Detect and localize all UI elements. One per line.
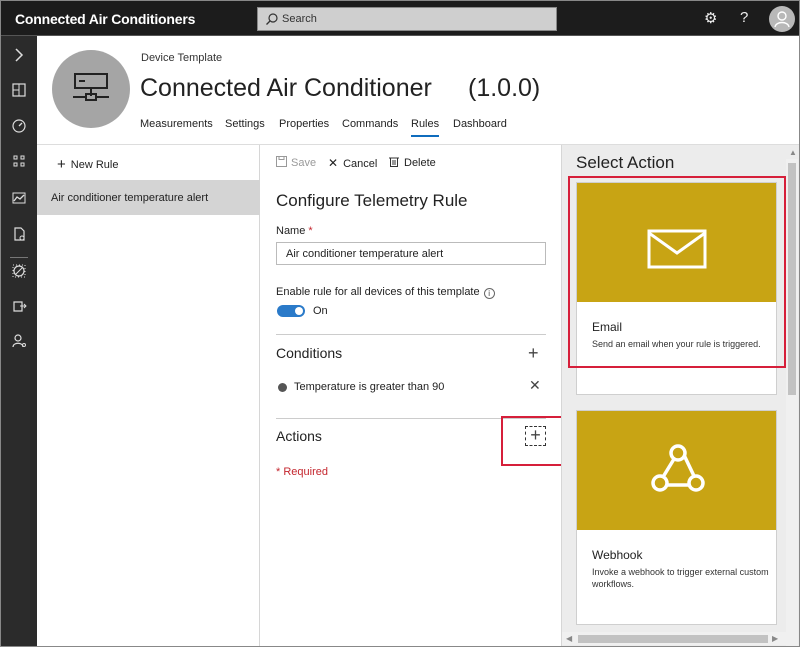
tab-measurements[interactable]: Measurements — [140, 118, 213, 130]
rule-name-field[interactable] — [276, 242, 546, 265]
actions-heading: Actions — [276, 428, 322, 444]
chevron-right-icon[interactable] — [10, 46, 28, 64]
page-title: Connected Air Conditioner — [140, 74, 432, 102]
name-label: Name * — [276, 225, 313, 237]
dashboard-icon[interactable] — [10, 81, 28, 99]
enable-rule-toggle[interactable] — [277, 305, 305, 317]
export-icon[interactable] — [10, 297, 28, 315]
settings-icon[interactable]: ⚙ — [704, 9, 717, 27]
new-rule-label: New Rule — [70, 159, 119, 171]
condition-status-dot — [278, 383, 287, 392]
help-icon[interactable]: ? — [740, 9, 748, 26]
new-rule-button[interactable]: + New Rule — [57, 155, 119, 173]
tab-settings[interactable]: Settings — [225, 118, 265, 130]
webhook-card-title: Webhook — [592, 548, 643, 562]
device-template-avatar — [52, 50, 130, 128]
tab-rules[interactable]: Rules — [411, 118, 440, 137]
email-card-highlight — [568, 176, 786, 368]
admin-icon[interactable] — [10, 332, 28, 350]
delete-label: Delete — [404, 157, 436, 169]
enable-rule-label: Enable rule for all devices of this temp… — [276, 286, 495, 299]
devices-icon[interactable] — [10, 117, 28, 135]
enable-rule-text: Enable rule for all devices of this temp… — [276, 286, 480, 298]
webhook-action-card[interactable]: Webhook Invoke a webhook to trigger exte… — [576, 410, 777, 625]
section-divider — [276, 334, 546, 335]
left-nav-rail — [0, 36, 37, 647]
remove-condition-icon[interactable]: ✕ — [529, 377, 541, 394]
required-mark: * — [308, 225, 313, 237]
avatar[interactable] — [769, 6, 795, 32]
scroll-right-arrow[interactable]: ▶ — [772, 634, 778, 643]
analytics-icon[interactable] — [10, 189, 28, 207]
webhook-icon — [651, 444, 705, 492]
rail-divider — [10, 257, 28, 258]
network-device-icon — [73, 73, 109, 101]
search-box[interactable]: Search — [257, 7, 557, 31]
trash-icon — [389, 157, 399, 167]
rule-list-item-label: Air conditioner temperature alert — [51, 192, 209, 204]
rule-list-item[interactable]: Air conditioner temperature alert — [37, 180, 260, 215]
tab-properties[interactable]: Properties — [279, 118, 329, 130]
info-icon[interactable]: i — [483, 288, 495, 299]
form-title: Configure Telemetry Rule — [276, 191, 468, 210]
rule-config-pane: Save ✕ Cancel Delete Configure Telemetry … — [261, 145, 564, 647]
webhook-card-banner — [577, 411, 776, 530]
webhook-card-description: Invoke a webhook to trigger external cus… — [592, 567, 769, 589]
user-icon — [774, 11, 790, 28]
cancel-button[interactable]: ✕ Cancel — [328, 156, 377, 170]
add-action-highlight — [501, 416, 564, 466]
app-title: Connected Air Conditioners — [15, 11, 196, 27]
scroll-up-arrow[interactable]: ▲ — [789, 148, 797, 157]
vertical-scroll-thumb[interactable] — [788, 163, 796, 395]
save-button[interactable]: Save — [276, 156, 316, 169]
plus-icon: + — [57, 156, 66, 173]
required-note: * Required — [276, 466, 328, 478]
toggle-state-label: On — [313, 305, 328, 317]
tab-commands[interactable]: Commands — [342, 118, 398, 130]
search-icon — [266, 13, 278, 25]
top-bar: Connected Air Conditioners Search ⚙ ? — [0, 0, 800, 36]
horizontal-scroll-thumb[interactable] — [578, 635, 768, 643]
name-label-text: Name — [276, 225, 306, 237]
cancel-icon: ✕ — [328, 156, 339, 170]
rules-list-pane: + New Rule Air conditioner temperature al… — [37, 145, 260, 647]
condition-item[interactable]: Temperature is greater than 90 — [294, 381, 444, 393]
template-version: (1.0.0) — [468, 74, 541, 102]
device-template-icon[interactable] — [10, 225, 28, 243]
search-placeholder: Search — [282, 13, 317, 25]
rules-icon[interactable] — [10, 262, 28, 280]
delete-button[interactable]: Delete — [389, 156, 436, 169]
cancel-label: Cancel — [343, 158, 378, 170]
tab-dashboard[interactable]: Dashboard — [453, 118, 507, 130]
select-action-pane: Select Action Email Send an email when y… — [561, 145, 800, 647]
scroll-left-arrow[interactable]: ◀ — [566, 634, 572, 643]
save-label: Save — [291, 157, 317, 169]
add-condition-button[interactable]: + — [528, 344, 539, 362]
apps-icon[interactable] — [10, 152, 28, 170]
select-action-title: Select Action — [576, 153, 675, 172]
save-icon — [276, 156, 287, 167]
breadcrumb[interactable]: Device Template — [141, 52, 222, 64]
conditions-heading: Conditions — [276, 345, 343, 361]
